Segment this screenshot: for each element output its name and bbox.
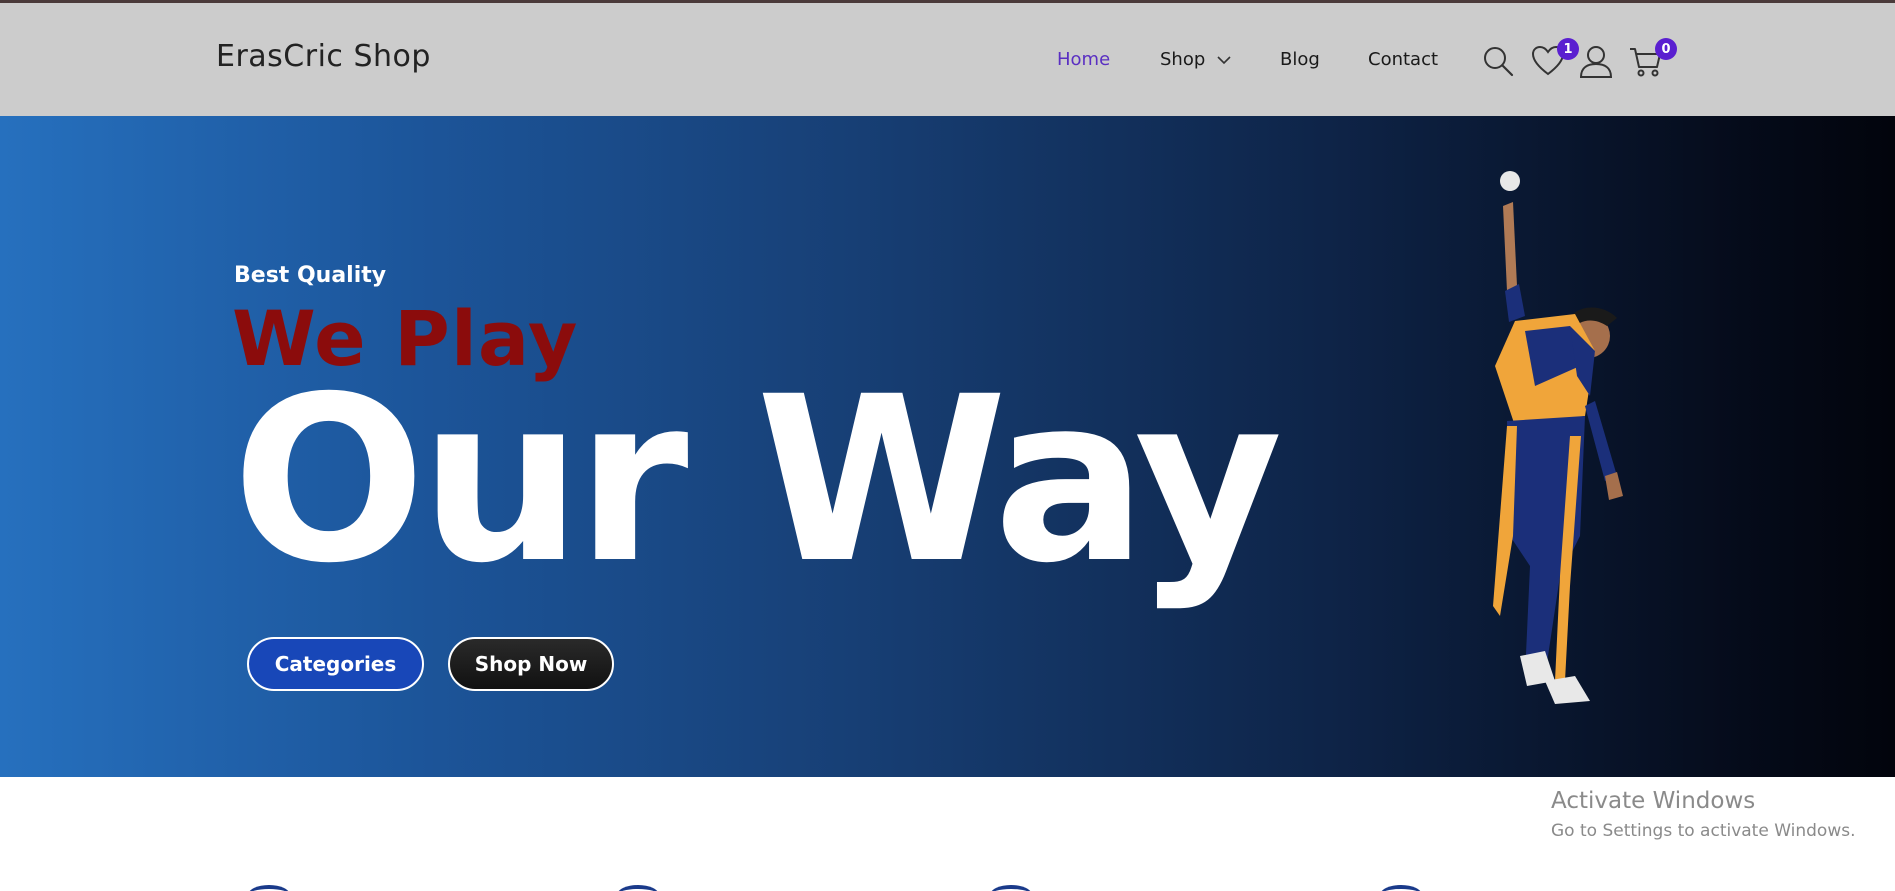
- nav-item-blog[interactable]: Blog: [1280, 49, 1320, 70]
- search-button[interactable]: [1480, 43, 1516, 79]
- category-icon-peek: [617, 885, 659, 891]
- cart-count-badge: 0: [1655, 38, 1677, 60]
- shop-now-button[interactable]: Shop Now: [448, 637, 614, 691]
- nav-item-shop[interactable]: Shop: [1160, 49, 1231, 70]
- hero-subtitle: Best Quality: [234, 263, 387, 288]
- category-icon-peek: [248, 885, 290, 891]
- category-icon-peek: [990, 885, 1032, 891]
- nav-item-contact[interactable]: Contact: [1368, 49, 1438, 70]
- categories-button[interactable]: Categories: [247, 637, 424, 691]
- site-header: ErasCric Shop Home Shop Blog Contact 1 0: [0, 0, 1895, 116]
- nav-item-shop-label: Shop: [1160, 49, 1206, 70]
- account-button[interactable]: [1578, 43, 1614, 79]
- chevron-down-icon: [1217, 56, 1231, 65]
- user-icon: [1579, 46, 1613, 78]
- nav-item-home[interactable]: Home: [1057, 49, 1110, 70]
- wishlist-button[interactable]: 1: [1530, 38, 1579, 79]
- search-icon: [1484, 47, 1514, 77]
- windows-activation-title: Activate Windows: [1551, 788, 1756, 814]
- cricket-bowler-image: [1493, 171, 1623, 704]
- cart-button[interactable]: 0: [1628, 38, 1677, 79]
- hero-banner: Best Quality We Play Our Way Categories …: [0, 116, 1895, 777]
- category-icon-peek: [1380, 885, 1422, 891]
- site-logo[interactable]: ErasCric Shop: [216, 39, 431, 74]
- wishlist-count-badge: 1: [1557, 38, 1579, 60]
- windows-activation-subtitle: Go to Settings to activate Windows.: [1551, 821, 1856, 841]
- hero-headline: Our Way: [232, 347, 1283, 613]
